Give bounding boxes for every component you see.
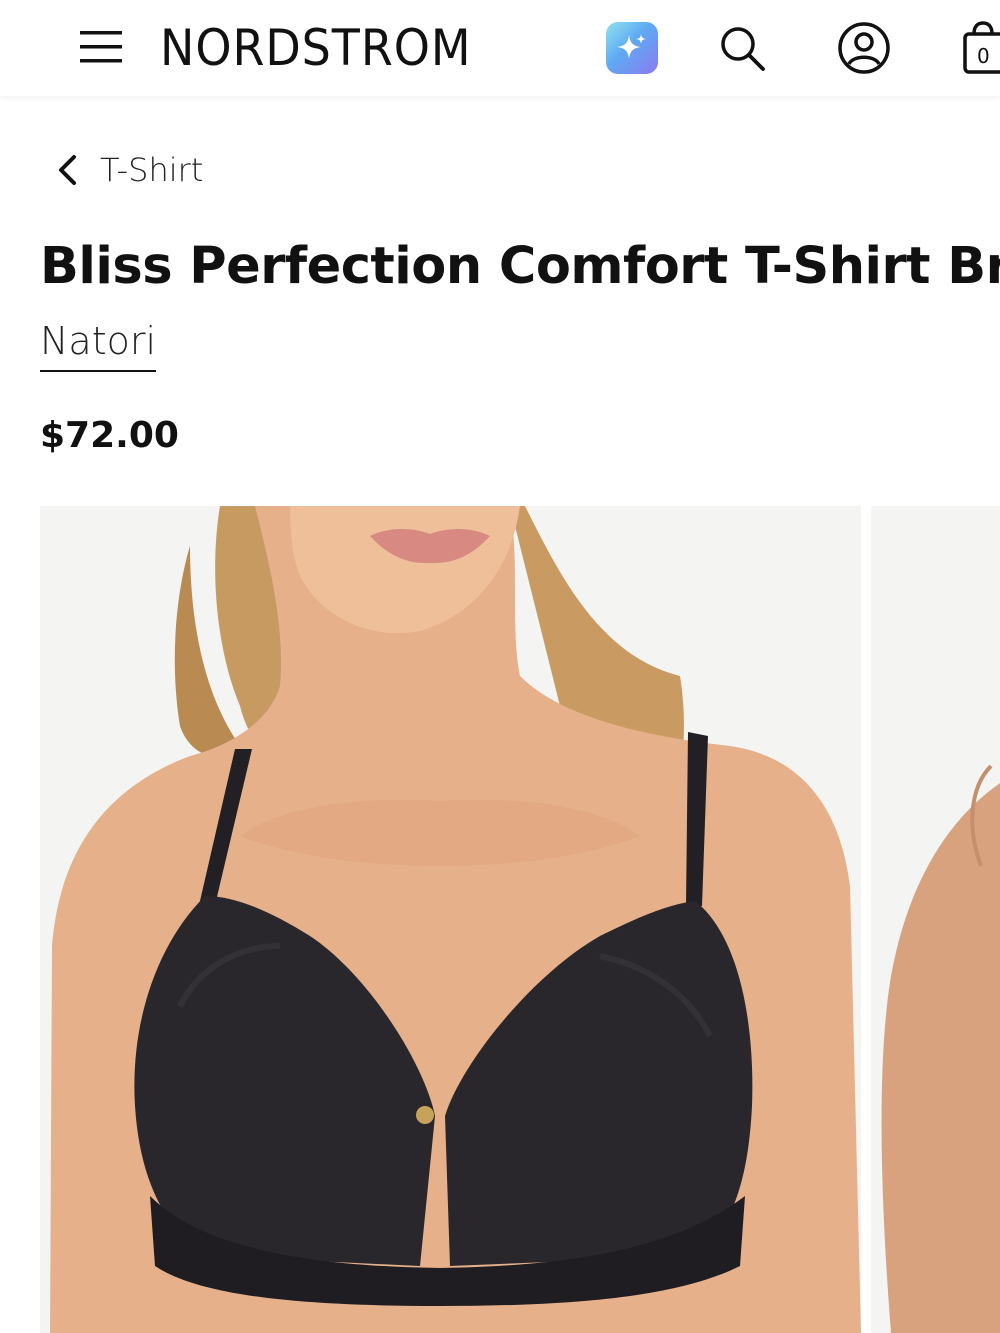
shopping-bag-button[interactable]: 0	[956, 20, 1000, 76]
product-image-carousel[interactable]	[40, 506, 1000, 1333]
search-button[interactable]	[714, 20, 770, 76]
sparkle-icon	[617, 34, 646, 59]
product-photo	[40, 506, 861, 1333]
chevron-left-icon	[59, 155, 76, 185]
top-nav-bar: NORDSTROM 0	[0, 0, 1000, 96]
account-icon	[838, 22, 890, 74]
account-button[interactable]	[836, 20, 892, 76]
breadcrumb-back-link[interactable]: T-Shirt	[54, 148, 203, 192]
product-photo-2	[871, 506, 1000, 1333]
product-price: $72.00	[40, 415, 179, 456]
ai-assistant-button[interactable]	[606, 22, 658, 74]
nordstrom-logo[interactable]: NORDSTROM	[160, 18, 471, 78]
hamburger-menu-icon	[80, 31, 122, 63]
product-image-secondary[interactable]	[871, 506, 1000, 1333]
product-title: Bliss Perfection Comfort T-Shirt Bra	[40, 237, 1000, 296]
product-image-main[interactable]	[40, 506, 861, 1333]
product-brand-link[interactable]: Natori	[40, 316, 157, 372]
bag-count-badge: 0	[977, 44, 990, 68]
menu-button[interactable]	[76, 24, 126, 70]
product-page: NORDSTROM 0 T-Shirt Bliss Perfection Com…	[0, 0, 1000, 1333]
search-icon	[721, 27, 765, 71]
breadcrumb-label: T-Shirt	[100, 151, 204, 189]
